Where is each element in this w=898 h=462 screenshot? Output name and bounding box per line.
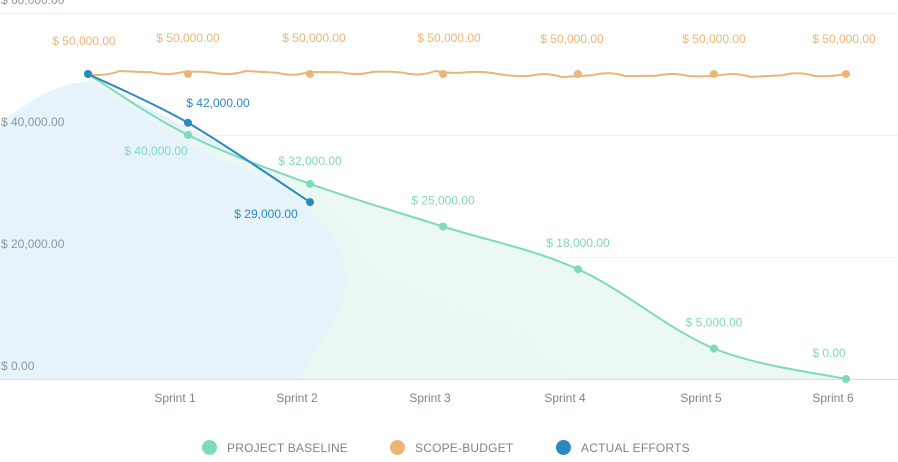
data-point	[184, 118, 192, 127]
data-label: $ 50,000.00	[682, 32, 746, 46]
data-point	[439, 70, 447, 78]
legend-label-project-baseline: PROJECT BASELINE	[227, 440, 349, 455]
data-label: $ 50,000.00	[540, 32, 604, 46]
data-label: $ 50,000.00	[52, 34, 116, 48]
data-point	[842, 375, 850, 383]
data-point	[306, 179, 314, 188]
data-label: $ 42,000.00	[186, 96, 250, 110]
data-point	[842, 70, 850, 78]
data-point	[184, 70, 192, 78]
data-point	[574, 70, 582, 78]
data-label: $ 5,000.00	[686, 316, 743, 330]
burndown-chart: $ 0.00 $ 20,000.00 $ 40,000.00 $ 60,000.00 S…	[0, 0, 898, 405]
data-point	[306, 198, 314, 207]
data-label: $ 50,000.00	[156, 31, 220, 45]
legend-label-scope-budget: SCOPE-BUDGET	[415, 440, 514, 455]
data-label: $ 40,000.00	[124, 144, 188, 158]
data-point	[574, 265, 582, 274]
y-tick-label: $ 20,000.00	[1, 237, 65, 251]
legend-swatch-scope-budget	[390, 440, 405, 455]
x-tick-label: Sprint 6	[812, 391, 854, 405]
data-label: $ 0.00	[812, 346, 846, 360]
data-point	[184, 131, 192, 139]
x-tick-label: Sprint 4	[544, 391, 586, 405]
chart-legend: PROJECT BASELINE SCOPE-BUDGET ACTUAL EFF…	[0, 440, 898, 462]
x-tick-label: Sprint 3	[409, 391, 451, 405]
legend-swatch-actual-efforts	[556, 440, 571, 455]
data-label: $ 25,000.00	[411, 194, 475, 208]
y-tick-label: $ 60,000.00	[1, 0, 65, 7]
data-point	[84, 70, 92, 78]
x-tick-label: Sprint 2	[276, 391, 318, 405]
legend-item-scope-budget[interactable]: SCOPE-BUDGET	[390, 440, 513, 455]
data-label: $ 50,000.00	[282, 31, 346, 45]
legend-item-actual-efforts[interactable]: ACTUAL EFFORTS	[556, 440, 690, 455]
data-label: $ 29,000.00	[234, 207, 298, 221]
data-point	[439, 222, 447, 231]
data-label: $ 32,000.00	[278, 154, 342, 168]
legend-label-actual-efforts: ACTUAL EFFORTS	[581, 440, 690, 455]
data-point	[710, 70, 718, 78]
legend-item-project-baseline[interactable]: PROJECT BASELINE	[202, 440, 348, 455]
y-tick-label: $ 0.00	[1, 359, 35, 373]
data-label: $ 18,000.00	[546, 236, 610, 250]
data-label: $ 50,000.00	[417, 31, 481, 45]
y-tick-label: $ 40,000.00	[1, 115, 65, 129]
data-point	[306, 70, 314, 78]
x-tick-label: Sprint 1	[154, 391, 196, 405]
scope-budget-line	[87, 69, 847, 79]
data-label: $ 50,000.00	[812, 32, 876, 46]
data-point	[710, 344, 718, 353]
legend-swatch-project-baseline	[202, 440, 217, 455]
x-tick-label: Sprint 5	[680, 391, 722, 405]
